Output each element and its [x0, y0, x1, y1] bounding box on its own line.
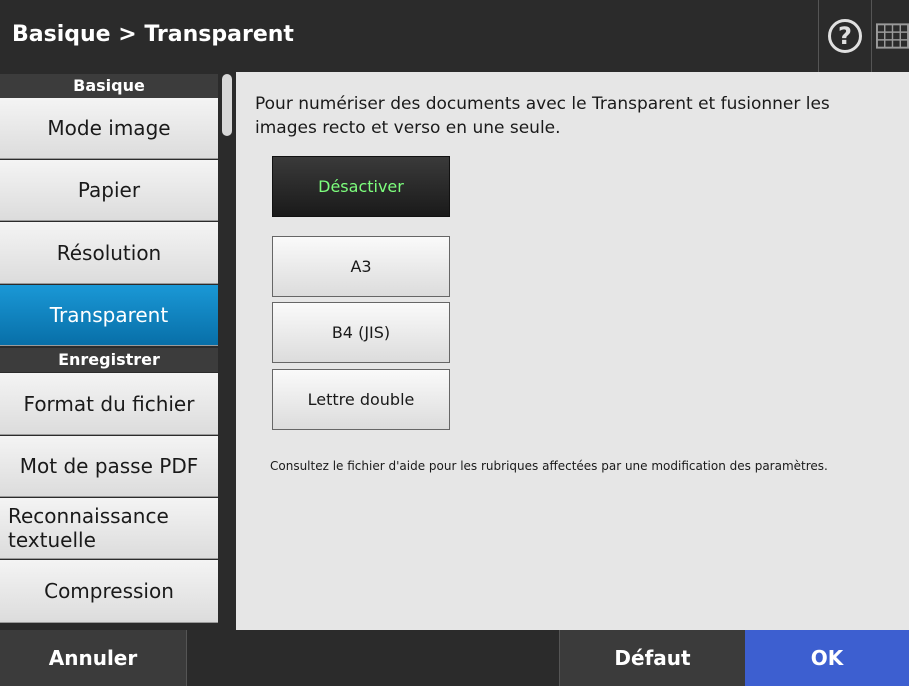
ok-button[interactable]: OK: [745, 630, 909, 686]
page-title: Basique > Transparent: [12, 22, 294, 47]
sidebar-scrollbar[interactable]: [221, 72, 233, 630]
sidebar: Basique Mode image Papier Résolution Tra…: [0, 72, 236, 630]
option-a3-button[interactable]: A3: [272, 236, 450, 297]
sidebar-item-transparent[interactable]: Transparent: [0, 285, 218, 346]
help-button[interactable]: ?: [818, 0, 871, 72]
default-button[interactable]: Défaut: [559, 630, 745, 686]
main-panel: Pour numériser des documents avec le Tra…: [236, 72, 909, 630]
option-b4-jis-button[interactable]: B4 (JIS): [272, 302, 450, 363]
sidebar-section-enregistrer: Enregistrer: [0, 348, 218, 372]
sidebar-item-papier[interactable]: Papier: [0, 160, 218, 221]
sidebar-section-basique: Basique: [0, 74, 218, 98]
help-note-text: Consultez le fichier d'aide pour les rub…: [270, 459, 828, 473]
cancel-button[interactable]: Annuler: [0, 630, 187, 686]
sidebar-item-reconnaissance-textuelle[interactable]: Reconnaissance textuelle: [0, 498, 218, 559]
sidebar-item-compression[interactable]: Compression: [0, 560, 218, 623]
title-bar: Basique > Transparent ?: [0, 0, 909, 72]
help-icon: ?: [828, 19, 862, 53]
keyboard-icon: [876, 23, 909, 49]
sidebar-item-format-du-fichier[interactable]: Format du fichier: [0, 373, 218, 435]
description-text: Pour numériser des documents avec le Tra…: [255, 94, 830, 138]
option-lettre-double-button[interactable]: Lettre double: [272, 369, 450, 430]
keyboard-button[interactable]: [871, 0, 909, 72]
option-desactiver-button[interactable]: Désactiver: [272, 156, 450, 217]
sidebar-item-mode-image[interactable]: Mode image: [0, 98, 218, 159]
sidebar-item-mot-de-passe-pdf[interactable]: Mot de passe PDF: [0, 436, 218, 497]
scrollbar-thumb[interactable]: [222, 74, 232, 136]
sidebar-item-resolution[interactable]: Résolution: [0, 222, 218, 284]
bottom-bar: Annuler Défaut OK: [0, 630, 909, 686]
